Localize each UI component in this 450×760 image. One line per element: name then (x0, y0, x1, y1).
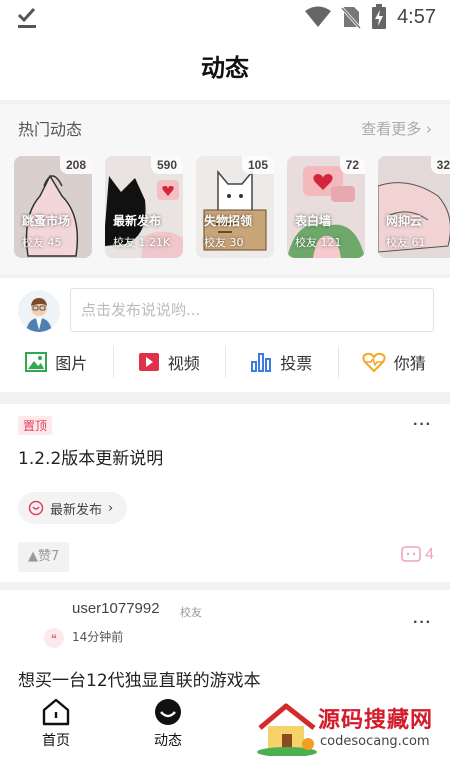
status-bar: 4:57 (0, 0, 450, 36)
hot-card[interactable]: 32 网抑云 校友 61 (378, 156, 450, 258)
video-label: 视频 (167, 354, 200, 373)
post-time: 14分钟前 (72, 630, 124, 644)
comment-button[interactable]: 4 (401, 546, 434, 564)
card-count: 590 (150, 156, 183, 174)
title-bar: 动态 (0, 36, 450, 100)
like-count: 赞7 (38, 549, 60, 564)
heart-pulse-icon (362, 352, 386, 372)
like-button[interactable]: ▲赞7 (18, 542, 70, 572)
composer: 点击发布说说哟... 图片 视频 投票 你猜 (0, 278, 450, 392)
tab-feed-label: 动态 (154, 733, 182, 749)
card-fans: 校友 45 (22, 236, 62, 249)
card-name: 网抑云 (386, 214, 423, 228)
quote-icon: “ (44, 628, 64, 648)
card-fans: 校友 121 (295, 236, 342, 249)
post-body: 想买一台12代独显直联的游戏本 (18, 671, 261, 691)
download-done-icon (17, 7, 36, 28)
home-icon (42, 698, 70, 726)
card-name: 失物招领 (204, 214, 253, 228)
hot-card[interactable]: 590 最新发布 校友 1.21K (105, 156, 183, 258)
more-options-icon[interactable]: ··· (413, 416, 432, 434)
vote-label: 投票 (280, 354, 313, 373)
guess-button[interactable]: 你猜 (337, 344, 450, 380)
wifi-icon (305, 6, 332, 27)
topic-chip[interactable]: 最新发布 › (18, 492, 128, 524)
no-sim-icon (341, 6, 362, 29)
card-count: 105 (241, 156, 274, 174)
feed-post[interactable]: user1077992 校友 “ 14分钟前 ··· 想买一台12代独显直联的游… (0, 590, 450, 691)
card-count: 208 (59, 156, 92, 174)
hot-card[interactable]: 72 表白墙 校友 121 (287, 156, 365, 258)
house-logo (257, 703, 317, 757)
site-watermark: 源码搜藏网 codesocang.com (256, 700, 448, 757)
video-button[interactable]: 视频 (112, 344, 226, 380)
card-name: 表白墙 (295, 214, 332, 228)
watermark-url: codesocang.com (320, 734, 430, 749)
post-author[interactable]: user1077992 (72, 600, 160, 617)
comment-count: 4 (425, 546, 434, 563)
card-fans: 校友 61 (386, 236, 426, 249)
image-label: 图片 (55, 354, 88, 373)
author-role-badge: 校友 (180, 606, 202, 619)
post-input[interactable]: 点击发布说说哟... (70, 288, 434, 332)
hot-header: 热门动态 查看更多 › (18, 116, 432, 140)
hot-card[interactable]: 208 跳蚤市场 校友 45 (14, 156, 92, 258)
image-icon (25, 352, 48, 372)
see-more-link[interactable]: 查看更多 › (361, 118, 432, 139)
card-count: 32 (430, 156, 450, 174)
tab-feed[interactable]: 动态 (112, 690, 224, 760)
pinned-post[interactable]: 置顶 ··· 1.2.2版本更新说明 最新发布 › ▲赞7 4 (0, 404, 450, 582)
like-arrow-icon: ▲ (28, 549, 38, 564)
page-title: 动态 (201, 54, 249, 82)
hot-section: 热门动态 查看更多 › 208 跳蚤市场 校友 45 590 最新发布 校友 1… (0, 104, 450, 274)
chevron-right-icon: › (108, 500, 114, 516)
image-button[interactable]: 图片 (0, 344, 113, 380)
topic-chip-label: 最新发布 (50, 502, 103, 518)
card-fans: 校友 30 (204, 236, 244, 249)
hot-heading: 热门动态 (18, 120, 83, 139)
vote-button[interactable]: 投票 (225, 344, 338, 380)
pinned-tag: 置顶 (18, 416, 53, 435)
card-count: 72 (339, 156, 365, 174)
hot-card[interactable]: 105 失物招领 校友 30 (196, 156, 274, 258)
see-more-label: 查看更多 (361, 120, 422, 138)
card-name: 最新发布 (113, 214, 162, 228)
avatar[interactable] (18, 290, 60, 332)
card-name: 跳蚤市场 (22, 214, 71, 228)
tab-home[interactable]: 首页 (0, 690, 112, 760)
card-fans: 校友 1.21K (113, 236, 171, 249)
hot-cards: 208 跳蚤市场 校友 45 590 最新发布 校友 1.21K 105 失物招… (14, 156, 450, 258)
vote-chart-icon (251, 353, 272, 372)
video-icon (138, 353, 159, 371)
watermark-text: 源码搜藏网 (318, 708, 434, 733)
battery-charging-icon (372, 4, 387, 29)
user-avatar-icon (18, 290, 60, 332)
post-title: 1.2.2版本更新说明 (18, 449, 164, 469)
tab-home-label: 首页 (42, 733, 70, 749)
guess-label: 你猜 (393, 354, 426, 373)
feed-smile-icon (155, 699, 181, 725)
chevron-right-icon: › (426, 120, 432, 138)
chat-bubble-icon (28, 500, 44, 516)
clock: 4:57 (397, 5, 436, 28)
composer-actions: 图片 视频 投票 你猜 (0, 344, 450, 380)
more-options-icon[interactable]: ··· (413, 614, 432, 632)
comment-icon (401, 546, 421, 562)
